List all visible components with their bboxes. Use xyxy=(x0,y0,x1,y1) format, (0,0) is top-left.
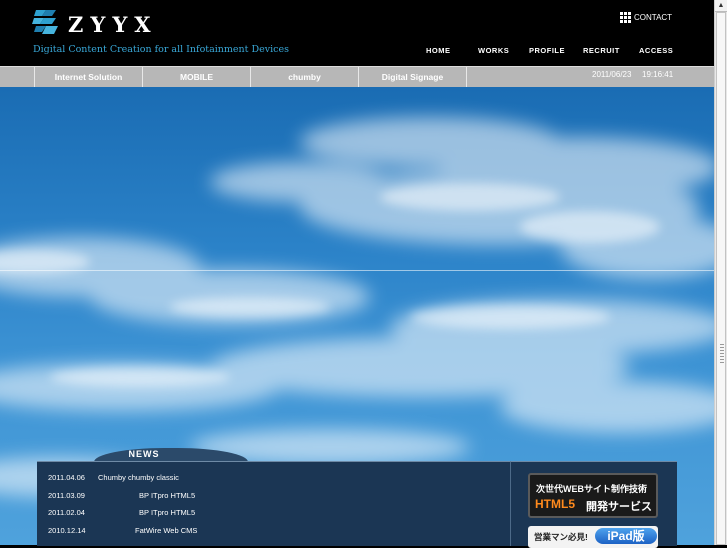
banner-line: HTML5 xyxy=(535,497,575,511)
news-list: 2011.04.06 Chumby chumby classic 2011.03… xyxy=(37,461,510,546)
main-nav: HOME WORKS PROFILE RECRUIT ACCESS xyxy=(0,46,715,58)
banner-line: 次世代WEBサイト制作技術 xyxy=(536,484,647,494)
vertical-scrollbar[interactable]: ▲ xyxy=(714,0,727,545)
news-item[interactable]: 2011.02.04 BP ITpro HTML5 xyxy=(37,506,510,520)
news-date: 2011.03.09 xyxy=(48,491,85,500)
subnav-mobile[interactable]: MOBILE xyxy=(142,67,250,88)
news-title: NEWS xyxy=(128,449,160,459)
banner-line: 営業マン必見! xyxy=(534,532,588,542)
news-text[interactable]: BP ITpro HTML5 xyxy=(139,491,195,500)
grid-icon xyxy=(620,12,631,23)
news-text[interactable]: FatWire Web CMS xyxy=(135,526,197,535)
subnav-digital-signage[interactable]: Digital Signage xyxy=(358,67,466,88)
ipad-pill: iPad版 xyxy=(595,528,657,544)
divider-line xyxy=(0,270,715,271)
news-item[interactable]: 2011.04.06 Chumby chumby classic xyxy=(37,471,510,485)
news-date: 2011.04.06 xyxy=(48,473,85,482)
news-text[interactable]: Chumby chumby classic xyxy=(98,473,179,482)
nav-works[interactable]: WORKS xyxy=(478,46,509,55)
zyyx-logo-icon[interactable] xyxy=(32,8,60,38)
scroll-up-arrow-icon[interactable]: ▲ xyxy=(715,0,727,12)
html5-service-banner[interactable]: 次世代WEBサイト制作技術 HTML5 開発サービス xyxy=(528,473,658,518)
scrollbar-thumb[interactable] xyxy=(716,12,726,545)
contact-label: CONTACT xyxy=(634,13,673,22)
contact-link[interactable]: CONTACT xyxy=(620,12,672,23)
datetime-display: 2011/06/23 19:16:41 xyxy=(466,67,716,88)
nav-access[interactable]: ACCESS xyxy=(639,46,673,55)
nav-home[interactable]: HOME xyxy=(426,46,451,55)
subnav-internet-solution[interactable]: Internet Solution xyxy=(34,67,142,88)
nav-recruit[interactable]: RECRUIT xyxy=(583,46,620,55)
header: ZYYX Digital Content Creation for all In… xyxy=(0,0,715,66)
news-item[interactable]: 2011.03.09 BP ITpro HTML5 xyxy=(37,489,510,503)
banner-panel: 次世代WEBサイト制作技術 HTML5 開発サービス 営業マン必見! iPad版 xyxy=(510,461,677,548)
news-text[interactable]: BP ITpro HTML5 xyxy=(139,508,195,517)
logo-text[interactable]: ZYYX xyxy=(68,12,158,37)
sub-nav: Internet Solution MOBILE chumby Digital … xyxy=(0,66,715,88)
news-date: 2010.12.14 xyxy=(48,526,86,535)
nav-profile[interactable]: PROFILE xyxy=(529,46,565,55)
time-text: 19:16:41 xyxy=(642,70,674,79)
date-text: 2011/06/23 xyxy=(592,70,632,79)
news-item[interactable]: 2010.12.14 FatWire Web CMS xyxy=(37,524,510,538)
subnav-chumby[interactable]: chumby xyxy=(250,67,358,88)
banner-line: 開発サービス xyxy=(586,501,652,513)
news-date: 2011.02.04 xyxy=(48,508,85,517)
